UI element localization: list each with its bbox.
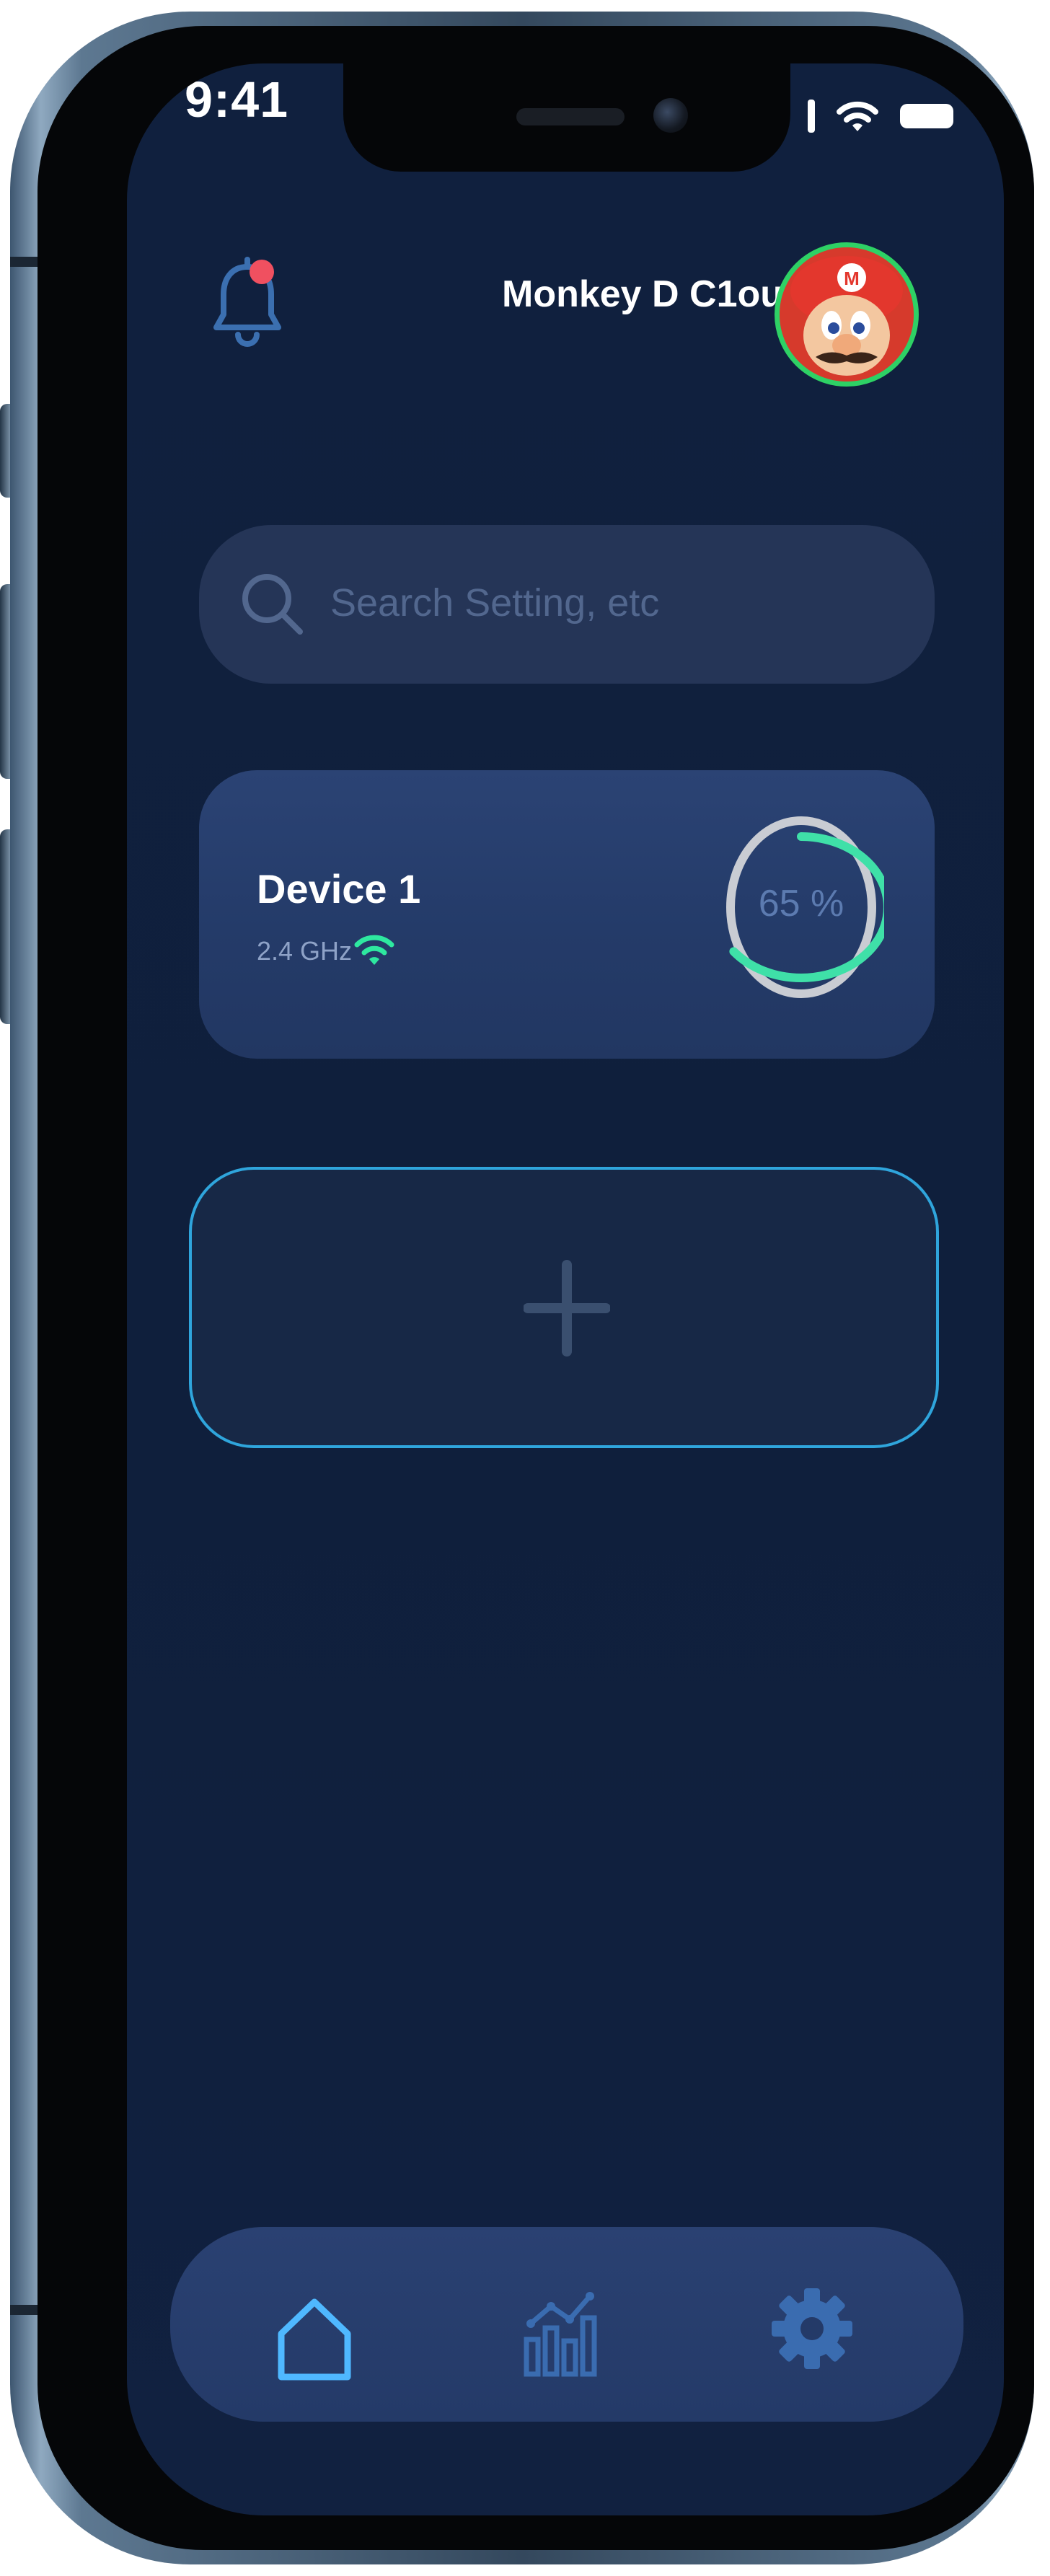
home-icon[interactable]: [271, 2292, 358, 2386]
svg-text:M: M: [844, 268, 860, 289]
search-bar[interactable]: [199, 525, 935, 684]
notification-badge: [250, 260, 274, 284]
bottom-nav: [170, 2227, 963, 2422]
plus-icon: [524, 1260, 610, 1357]
search-icon: [242, 574, 303, 635]
stats-chart-icon[interactable]: [516, 2286, 603, 2380]
username: Monkey D C1oud: [502, 273, 806, 315]
antenna-line: [10, 2305, 39, 2315]
wifi-icon: [354, 935, 394, 965]
avatar[interactable]: M: [775, 242, 919, 387]
wifi-status-icon: [837, 101, 878, 131]
phone-mockup: 9:41 Monkey D C1oud M Search Setting, et…: [0, 0, 1050, 2576]
earpiece-speaker: [516, 108, 625, 125]
add-device-button[interactable]: [189, 1167, 939, 1448]
status-icons: [808, 98, 953, 134]
notch: [343, 63, 790, 172]
gear-icon[interactable]: [769, 2282, 855, 2376]
app-screen: 9:41 Monkey D C1oud M Search Setting, et…: [127, 63, 1004, 2515]
search-input[interactable]: [329, 563, 894, 643]
antenna-line: [10, 257, 39, 267]
progress-label: 65 %: [758, 883, 844, 925]
device-card[interactable]: Device 1 2.4 GHz 65 %: [199, 770, 935, 1059]
cellular-signal-icon: [808, 100, 815, 133]
bell-icon[interactable]: [208, 257, 287, 350]
front-camera: [653, 98, 688, 133]
device-band: 2.4 GHz: [257, 936, 353, 966]
device-name: Device 1: [257, 866, 421, 912]
avatar-image: M: [780, 247, 914, 381]
battery-icon: [900, 104, 953, 128]
status-time: 9:41: [185, 71, 289, 128]
